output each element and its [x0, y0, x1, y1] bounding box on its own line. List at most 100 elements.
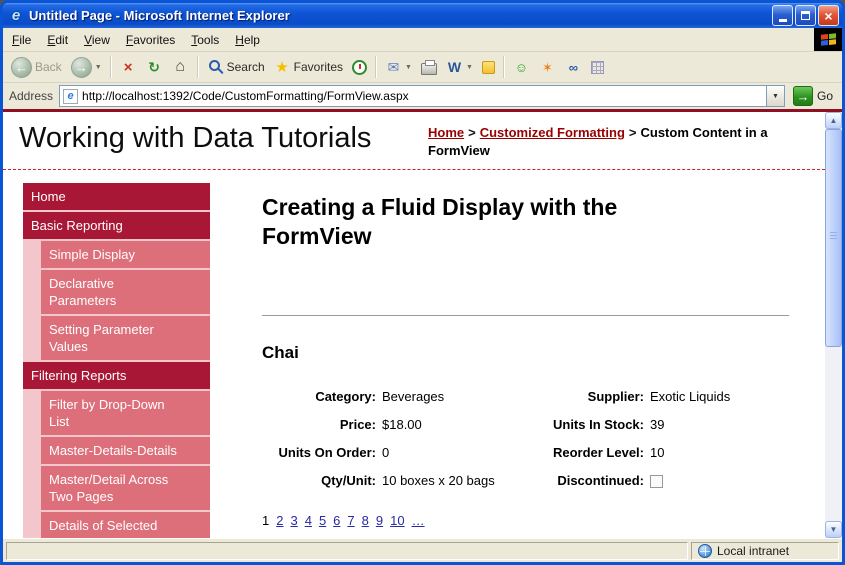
page-link-10[interactable]: 10 [390, 513, 404, 528]
breadcrumb: Home>Customized Formatting>Custom Conten… [428, 124, 780, 160]
toolbar: ← Back → ▼ × ↻ ⌂ Search ★ Favorites ✉ ▼ … [3, 52, 842, 83]
address-label: Address [9, 89, 53, 103]
back-icon: ← [11, 57, 32, 78]
close-button[interactable]: × [818, 5, 839, 26]
address-field[interactable]: e ▼ [59, 85, 785, 107]
page-link-3[interactable]: 3 [290, 513, 297, 528]
go-icon: → [793, 86, 813, 106]
home-button[interactable]: ⌂ [168, 57, 193, 77]
refresh-icon: ↻ [146, 60, 163, 74]
sidebar-item-filtering-reports[interactable]: Filtering Reports [23, 362, 210, 389]
page-link-8[interactable]: 8 [362, 513, 369, 528]
sidebar-item-master-detail-across-two-pages[interactable]: Master/Detail Across Two Pages [41, 466, 210, 510]
sidebar-item-simple-display[interactable]: Simple Display [41, 241, 210, 268]
field-value-qty-unit: 10 boxes x 20 bags [382, 473, 527, 488]
windows-logo-icon [814, 28, 842, 51]
page-link-4[interactable]: 4 [305, 513, 312, 528]
messenger-icon: ☺ [513, 61, 530, 74]
sidebar-item-home[interactable]: Home [23, 183, 210, 210]
history-button[interactable] [348, 58, 371, 77]
address-input[interactable] [78, 89, 766, 103]
refresh-button[interactable]: ↻ [142, 58, 167, 76]
address-dropdown-button[interactable]: ▼ [766, 86, 784, 106]
menu-help[interactable]: Help [227, 29, 268, 51]
ie-logo-icon: e [8, 8, 24, 24]
breadcrumb-link-home[interactable]: Home [428, 125, 464, 140]
sidebar-item-master-details-details[interactable]: Master-Details-Details [41, 437, 210, 464]
page-link-6[interactable]: 6 [333, 513, 340, 528]
breadcrumb-link-customized-formatting[interactable]: Customized Formatting [480, 125, 625, 140]
sidebar-item-basic-reporting[interactable]: Basic Reporting [23, 212, 210, 239]
mail-icon: ✉ [385, 60, 402, 74]
favorites-button[interactable]: ★ Favorites [270, 58, 347, 77]
menu-favorites[interactable]: Favorites [118, 29, 183, 51]
page-link-5[interactable]: 5 [319, 513, 326, 528]
menu-view[interactable]: View [76, 29, 118, 51]
stop-button[interactable]: × [116, 58, 141, 77]
page-icon: e [63, 89, 78, 104]
maximize-button[interactable] [795, 5, 816, 26]
scroll-down-button[interactable]: ▼ [825, 521, 842, 538]
page-link-ellipsis[interactable]: … [412, 513, 425, 528]
toolbar-grid-button[interactable] [587, 59, 608, 76]
research-button[interactable]: ∞ [561, 59, 586, 76]
mail-button[interactable]: ✉ ▼ [381, 58, 416, 76]
field-label-units-in-stock: Units In Stock: [527, 417, 650, 432]
sidebar-item-filter-by-dropdown-list[interactable]: Filter by Drop-Down List [41, 391, 210, 435]
scrollbar-thumb[interactable] [825, 129, 842, 347]
scrollbar-track[interactable] [825, 129, 842, 521]
field-label-price: Price: [262, 417, 382, 432]
field-label-qty-unit: Qty/Unit: [262, 473, 382, 488]
back-button[interactable]: ← Back [7, 55, 66, 80]
menu-edit[interactable]: Edit [39, 29, 76, 51]
page-link-9[interactable]: 9 [376, 513, 383, 528]
breadcrumb-separator: > [468, 125, 476, 140]
favorites-label: Favorites [294, 60, 343, 74]
search-button[interactable]: Search [203, 58, 269, 76]
title-bar[interactable]: e Untitled Page - Microsoft Internet Exp… [3, 3, 842, 28]
sidebar-item-declarative-parameters[interactable]: Declarative Parameters [41, 270, 210, 314]
menu-file[interactable]: File [4, 29, 39, 51]
sidebar-item-setting-parameter-values[interactable]: Setting Parameter Values [41, 316, 210, 360]
discontinued-checkbox[interactable] [650, 475, 663, 488]
grid-icon [591, 61, 604, 74]
edit-button[interactable]: W ▼ [442, 58, 477, 76]
forward-button[interactable]: → ▼ [67, 55, 106, 80]
go-button[interactable]: → Go [791, 86, 839, 106]
research-icon: ∞ [565, 61, 582, 74]
product-name: Chai [262, 343, 789, 363]
toolbar-separator [197, 56, 199, 78]
media-button[interactable]: ✶ [535, 59, 560, 76]
scroll-up-button[interactable]: ▲ [825, 112, 842, 129]
messenger-button[interactable]: ☺ [509, 59, 534, 76]
toolbar-separator [503, 56, 505, 78]
field-value-units-in-stock: 39 [650, 417, 789, 432]
edit-dropdown-icon: ▼ [466, 64, 473, 71]
media-icon: ✶ [539, 61, 556, 74]
field-value-supplier: Exotic Liquids [650, 389, 789, 404]
page-link-2[interactable]: 2 [276, 513, 283, 528]
sidebar-item-details-of-selected[interactable]: Details of Selected [41, 512, 210, 538]
page-body: Home Basic Reporting Simple Display Decl… [3, 170, 825, 538]
vertical-scrollbar[interactable]: ▲ ▼ [825, 112, 842, 538]
pagination: 12345678910… [262, 513, 789, 528]
menu-tools[interactable]: Tools [183, 29, 227, 51]
local-intranet-icon [698, 544, 712, 558]
main-content: Creating a Fluid Display with the FormVi… [262, 178, 789, 538]
divider [262, 315, 789, 316]
minimize-button[interactable] [772, 5, 793, 26]
discuss-button[interactable] [478, 59, 499, 76]
print-button[interactable] [417, 58, 441, 77]
field-label-supplier: Supplier: [527, 389, 650, 404]
page-link-7[interactable]: 7 [347, 513, 354, 528]
page-header: Working with Data Tutorials Home>Customi… [3, 112, 825, 170]
toolbar-separator [110, 56, 112, 78]
sidebar-nav: Home Basic Reporting Simple Display Decl… [23, 183, 210, 538]
favorites-icon: ★ [274, 60, 291, 75]
window-title: Untitled Page - Microsoft Internet Explo… [29, 8, 767, 23]
edit-word-icon: W [446, 60, 463, 74]
field-label-units-on-order: Units On Order: [262, 445, 382, 460]
address-bar: Address e ▼ → Go [3, 83, 842, 109]
field-value-price: $18.00 [382, 417, 527, 432]
go-label: Go [817, 89, 833, 103]
